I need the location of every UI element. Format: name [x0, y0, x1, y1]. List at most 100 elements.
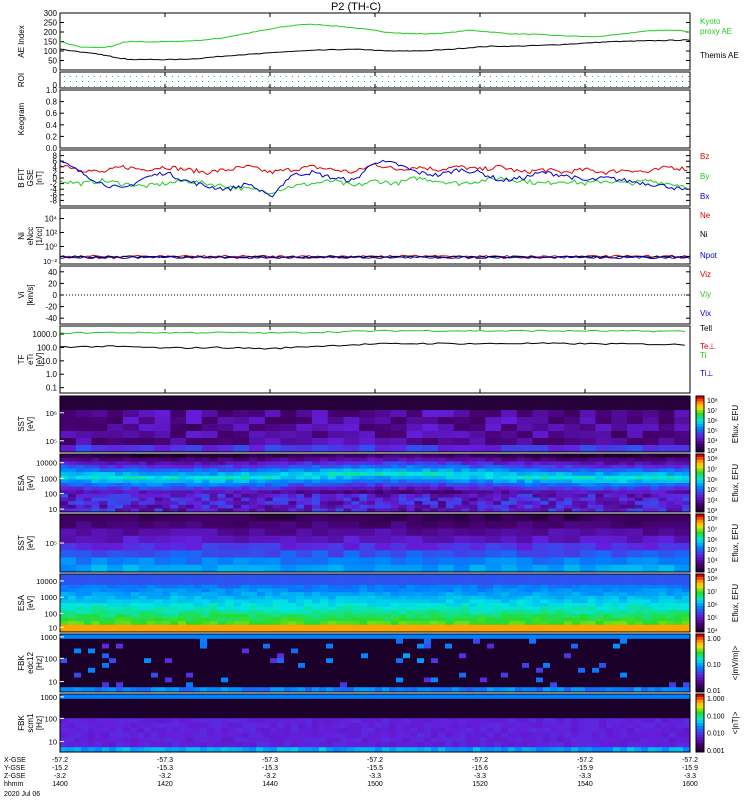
spectrogram-cell [178, 592, 186, 596]
spectrogram-cell [454, 599, 462, 603]
roi-dot [286, 81, 287, 82]
spectrogram-cell [281, 410, 297, 418]
spectrogram-cell [241, 585, 249, 589]
spectrogram-cell [666, 490, 674, 494]
spectrogram-cell [548, 431, 564, 439]
spectrogram-cell [60, 585, 68, 589]
spectrogram-cell [477, 465, 485, 469]
spectrogram-cell [517, 621, 525, 625]
spectrogram-cell [564, 649, 572, 654]
spectrogram-cell [619, 490, 627, 494]
spectrogram-cell [92, 472, 100, 476]
spectrogram-cell [312, 469, 320, 473]
roi-dot [418, 76, 419, 77]
spectrogram-cell [88, 668, 96, 673]
spectrogram-cell [92, 610, 100, 614]
spectrogram-cell [494, 668, 502, 673]
spectrogram-cell [367, 625, 375, 629]
spectrogram-cell [515, 663, 523, 668]
spectrogram-cell [596, 521, 612, 529]
spectrogram-cell [438, 603, 446, 607]
spectrogram-cell [572, 498, 580, 502]
y-tick-label: 1.0 [46, 370, 58, 379]
spectrogram-cell [522, 649, 530, 654]
spectrogram-cell [462, 618, 470, 622]
spectrogram-cell [298, 673, 306, 678]
spectrogram-cell [517, 501, 525, 505]
spectrogram-cell [659, 529, 675, 537]
spectrogram-cell [340, 644, 348, 649]
spectrogram-cell [611, 565, 627, 573]
roi-dot [454, 76, 455, 77]
spectrogram-cell [107, 431, 123, 439]
roi-dot [466, 86, 467, 87]
spectrogram-cell [328, 529, 344, 537]
spectrogram-cell [202, 476, 210, 480]
spectrogram-cell [399, 592, 407, 596]
spectrogram-cell [130, 658, 138, 663]
spectrogram-cell [92, 438, 108, 446]
spectrogram-cell [674, 501, 682, 505]
spectrogram-cell [446, 621, 454, 625]
spectrogram-cell [218, 574, 226, 578]
colorbar-tick-label: 10⁵ [707, 428, 718, 435]
spectrogram-cell [556, 581, 564, 585]
spectrogram-cell [382, 673, 390, 678]
spectrogram-cell [682, 461, 690, 465]
spectrogram-cell [509, 574, 517, 578]
spectrogram-cell [312, 514, 328, 522]
spectrogram-cell [674, 410, 690, 418]
spectrogram-cell [288, 505, 296, 509]
spectrogram-cell [359, 603, 367, 607]
colorbar-cell [696, 460, 704, 463]
roi-dot [508, 86, 509, 87]
spectrogram-sst_i [60, 396, 691, 453]
spectrogram-cell [407, 565, 423, 573]
spectrogram-cell [571, 649, 579, 654]
spectrogram-cell [643, 621, 651, 625]
spectrogram-cell [674, 558, 690, 566]
spectrogram-cell [485, 454, 493, 458]
spectrogram-cell [430, 589, 438, 593]
spectrogram-cell [74, 644, 82, 649]
spectrogram-cell [76, 625, 84, 629]
spectrogram-cell [76, 621, 84, 625]
spectrogram-cell [123, 529, 139, 537]
spectrogram-cell [659, 479, 667, 483]
spectrogram-cell [548, 565, 564, 573]
roi-dot [298, 81, 299, 82]
roi-dot [280, 86, 281, 87]
spectrogram-cell [194, 469, 202, 473]
spectrogram-cell [525, 599, 533, 603]
spectrogram-cell [501, 501, 509, 505]
spectrogram-cell [170, 581, 178, 585]
spectrogram-cell [221, 649, 229, 654]
spectrogram-cell [165, 658, 173, 663]
spectrogram-cell [351, 589, 359, 593]
spectrogram-esa_i [60, 454, 691, 513]
spectrogram-cell [659, 438, 675, 446]
spectrogram-cell [273, 505, 281, 509]
spectrogram-cell [123, 585, 131, 589]
spectrogram-cell [470, 487, 478, 491]
spectrogram-cell [60, 487, 68, 491]
spectrogram-cell [344, 438, 360, 446]
spectrogram-cell [407, 621, 415, 625]
spectrogram-cell [68, 592, 76, 596]
spectrogram-cell [249, 581, 257, 585]
spectrogram-cell [487, 644, 495, 649]
y-tick-label: 100 [44, 47, 58, 56]
spectrogram-cell [281, 403, 297, 411]
spectrogram-cell [592, 673, 600, 678]
colorbar-label: Eflux, EFU [731, 405, 740, 443]
spectrogram-cell [144, 658, 152, 663]
spectrogram-cell [446, 610, 454, 614]
roi-dot [436, 76, 437, 77]
spectrogram-cell [233, 578, 241, 582]
spectrogram-cell [84, 599, 92, 603]
spectrogram-cell [485, 396, 501, 404]
spectrogram-cell [67, 678, 75, 683]
spectrogram-cell [107, 581, 115, 585]
spectrogram-cell [578, 668, 586, 673]
spectrogram-cell [151, 663, 159, 668]
